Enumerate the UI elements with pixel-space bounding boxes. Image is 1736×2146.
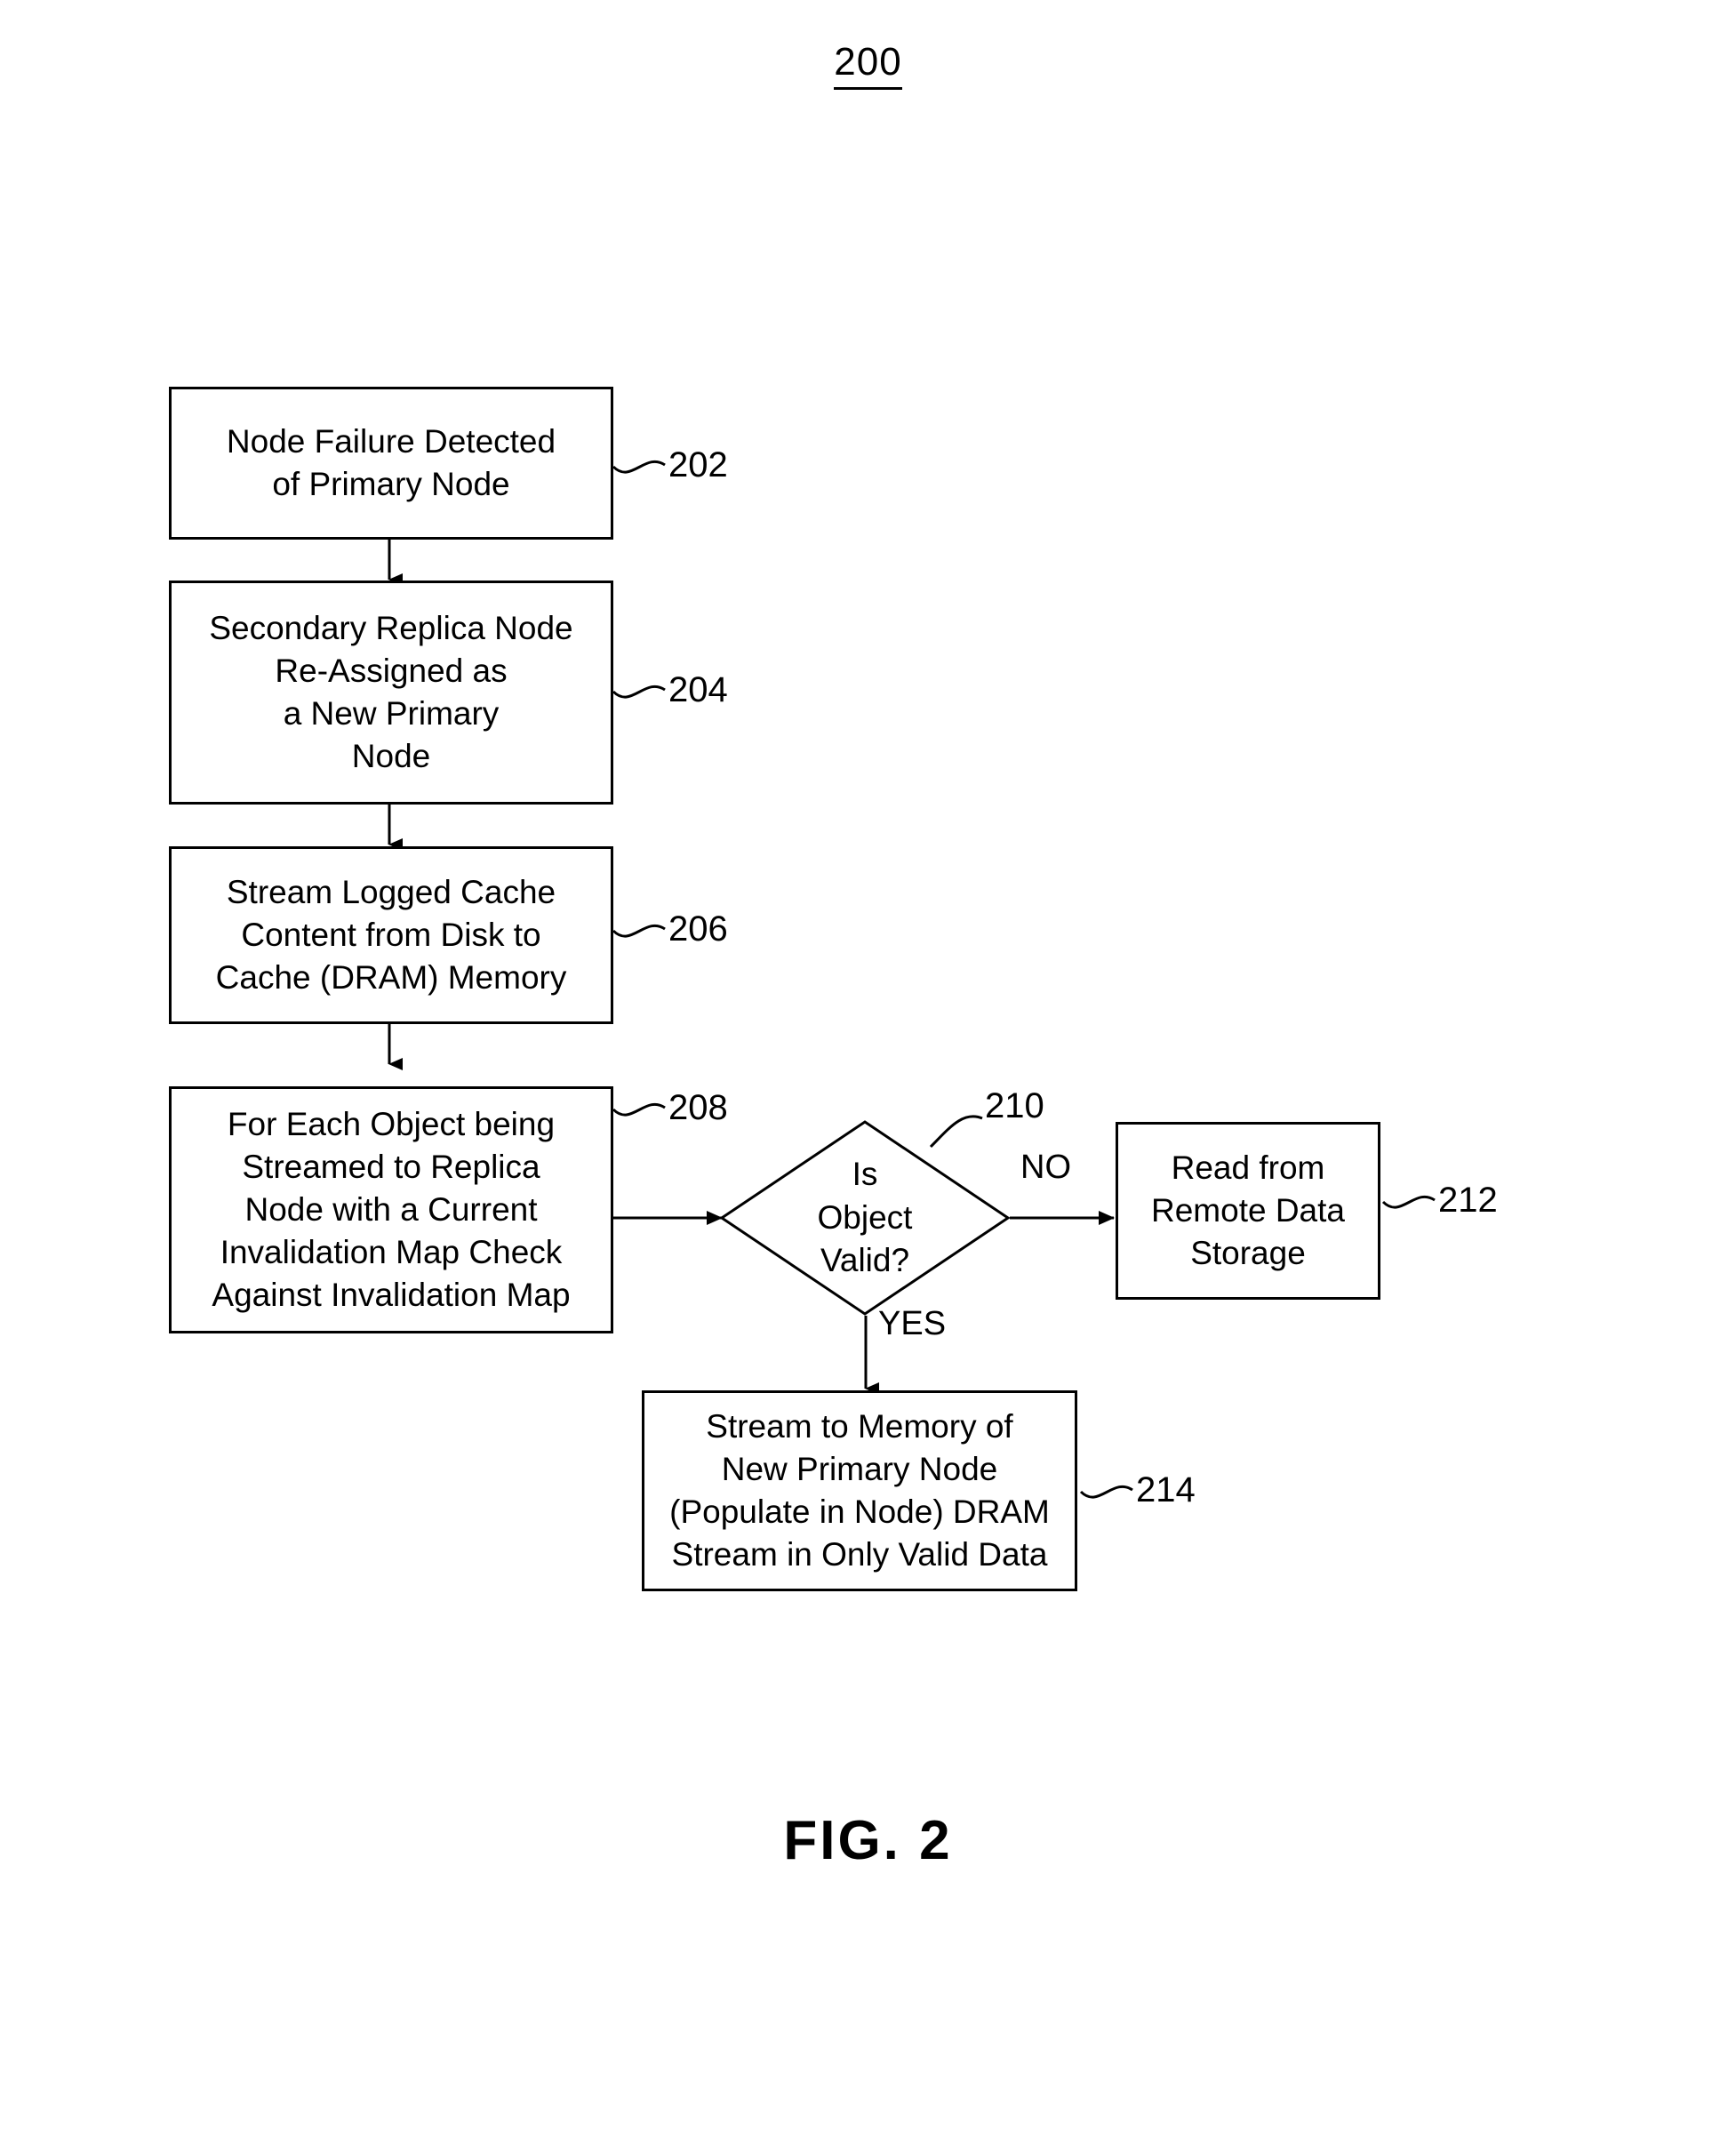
figure-number-top: 200 — [0, 40, 1736, 90]
flow-node-202[interactable]: Node Failure Detected of Primary Node — [169, 387, 613, 540]
branch-label-no: NO — [1020, 1149, 1071, 1186]
reference-numeral-208: 208 — [668, 1088, 728, 1127]
flow-node-208-label: For Each Object being Streamed to Replic… — [212, 1105, 571, 1314]
reference-numeral-204: 204 — [668, 670, 728, 709]
flow-node-212[interactable]: Read from Remote Data Storage — [1116, 1122, 1380, 1300]
flow-node-204[interactable]: Secondary Replica Node Re-Assigned as a … — [169, 581, 613, 805]
flow-node-212-label: Read from Remote Data Storage — [1151, 1149, 1345, 1272]
figure-number-top-value: 200 — [834, 40, 902, 90]
branch-label-yes: YES — [878, 1305, 947, 1342]
flow-node-208[interactable]: For Each Object being Streamed to Replic… — [169, 1086, 613, 1333]
patent-figure-page: 200 Node Failure Detected of Primary Nod… — [0, 0, 1736, 2146]
flow-node-214-label: Stream to Memory of New Primary Node (Po… — [669, 1407, 1050, 1573]
flow-node-214[interactable]: Stream to Memory of New Primary Node (Po… — [642, 1390, 1077, 1591]
reference-numeral-214: 214 — [1136, 1470, 1196, 1509]
reference-numeral-210: 210 — [985, 1086, 1044, 1125]
flow-node-206-label: Stream Logged Cache Content from Disk to… — [215, 873, 567, 997]
reference-numeral-202: 202 — [668, 445, 728, 484]
flow-node-210[interactable]: Is Object Valid? — [719, 1120, 1011, 1316]
flow-node-210-label: Is Object Valid? — [817, 1155, 913, 1279]
flow-node-206[interactable]: Stream Logged Cache Content from Disk to… — [169, 846, 613, 1024]
figure-caption: FIG. 2 — [783, 1810, 953, 1871]
reference-numeral-212: 212 — [1438, 1181, 1498, 1220]
flow-node-204-label: Secondary Replica Node Re-Assigned as a … — [209, 609, 573, 775]
flow-node-202-label: Node Failure Detected of Primary Node — [226, 422, 556, 502]
reference-numeral-206: 206 — [668, 909, 728, 949]
